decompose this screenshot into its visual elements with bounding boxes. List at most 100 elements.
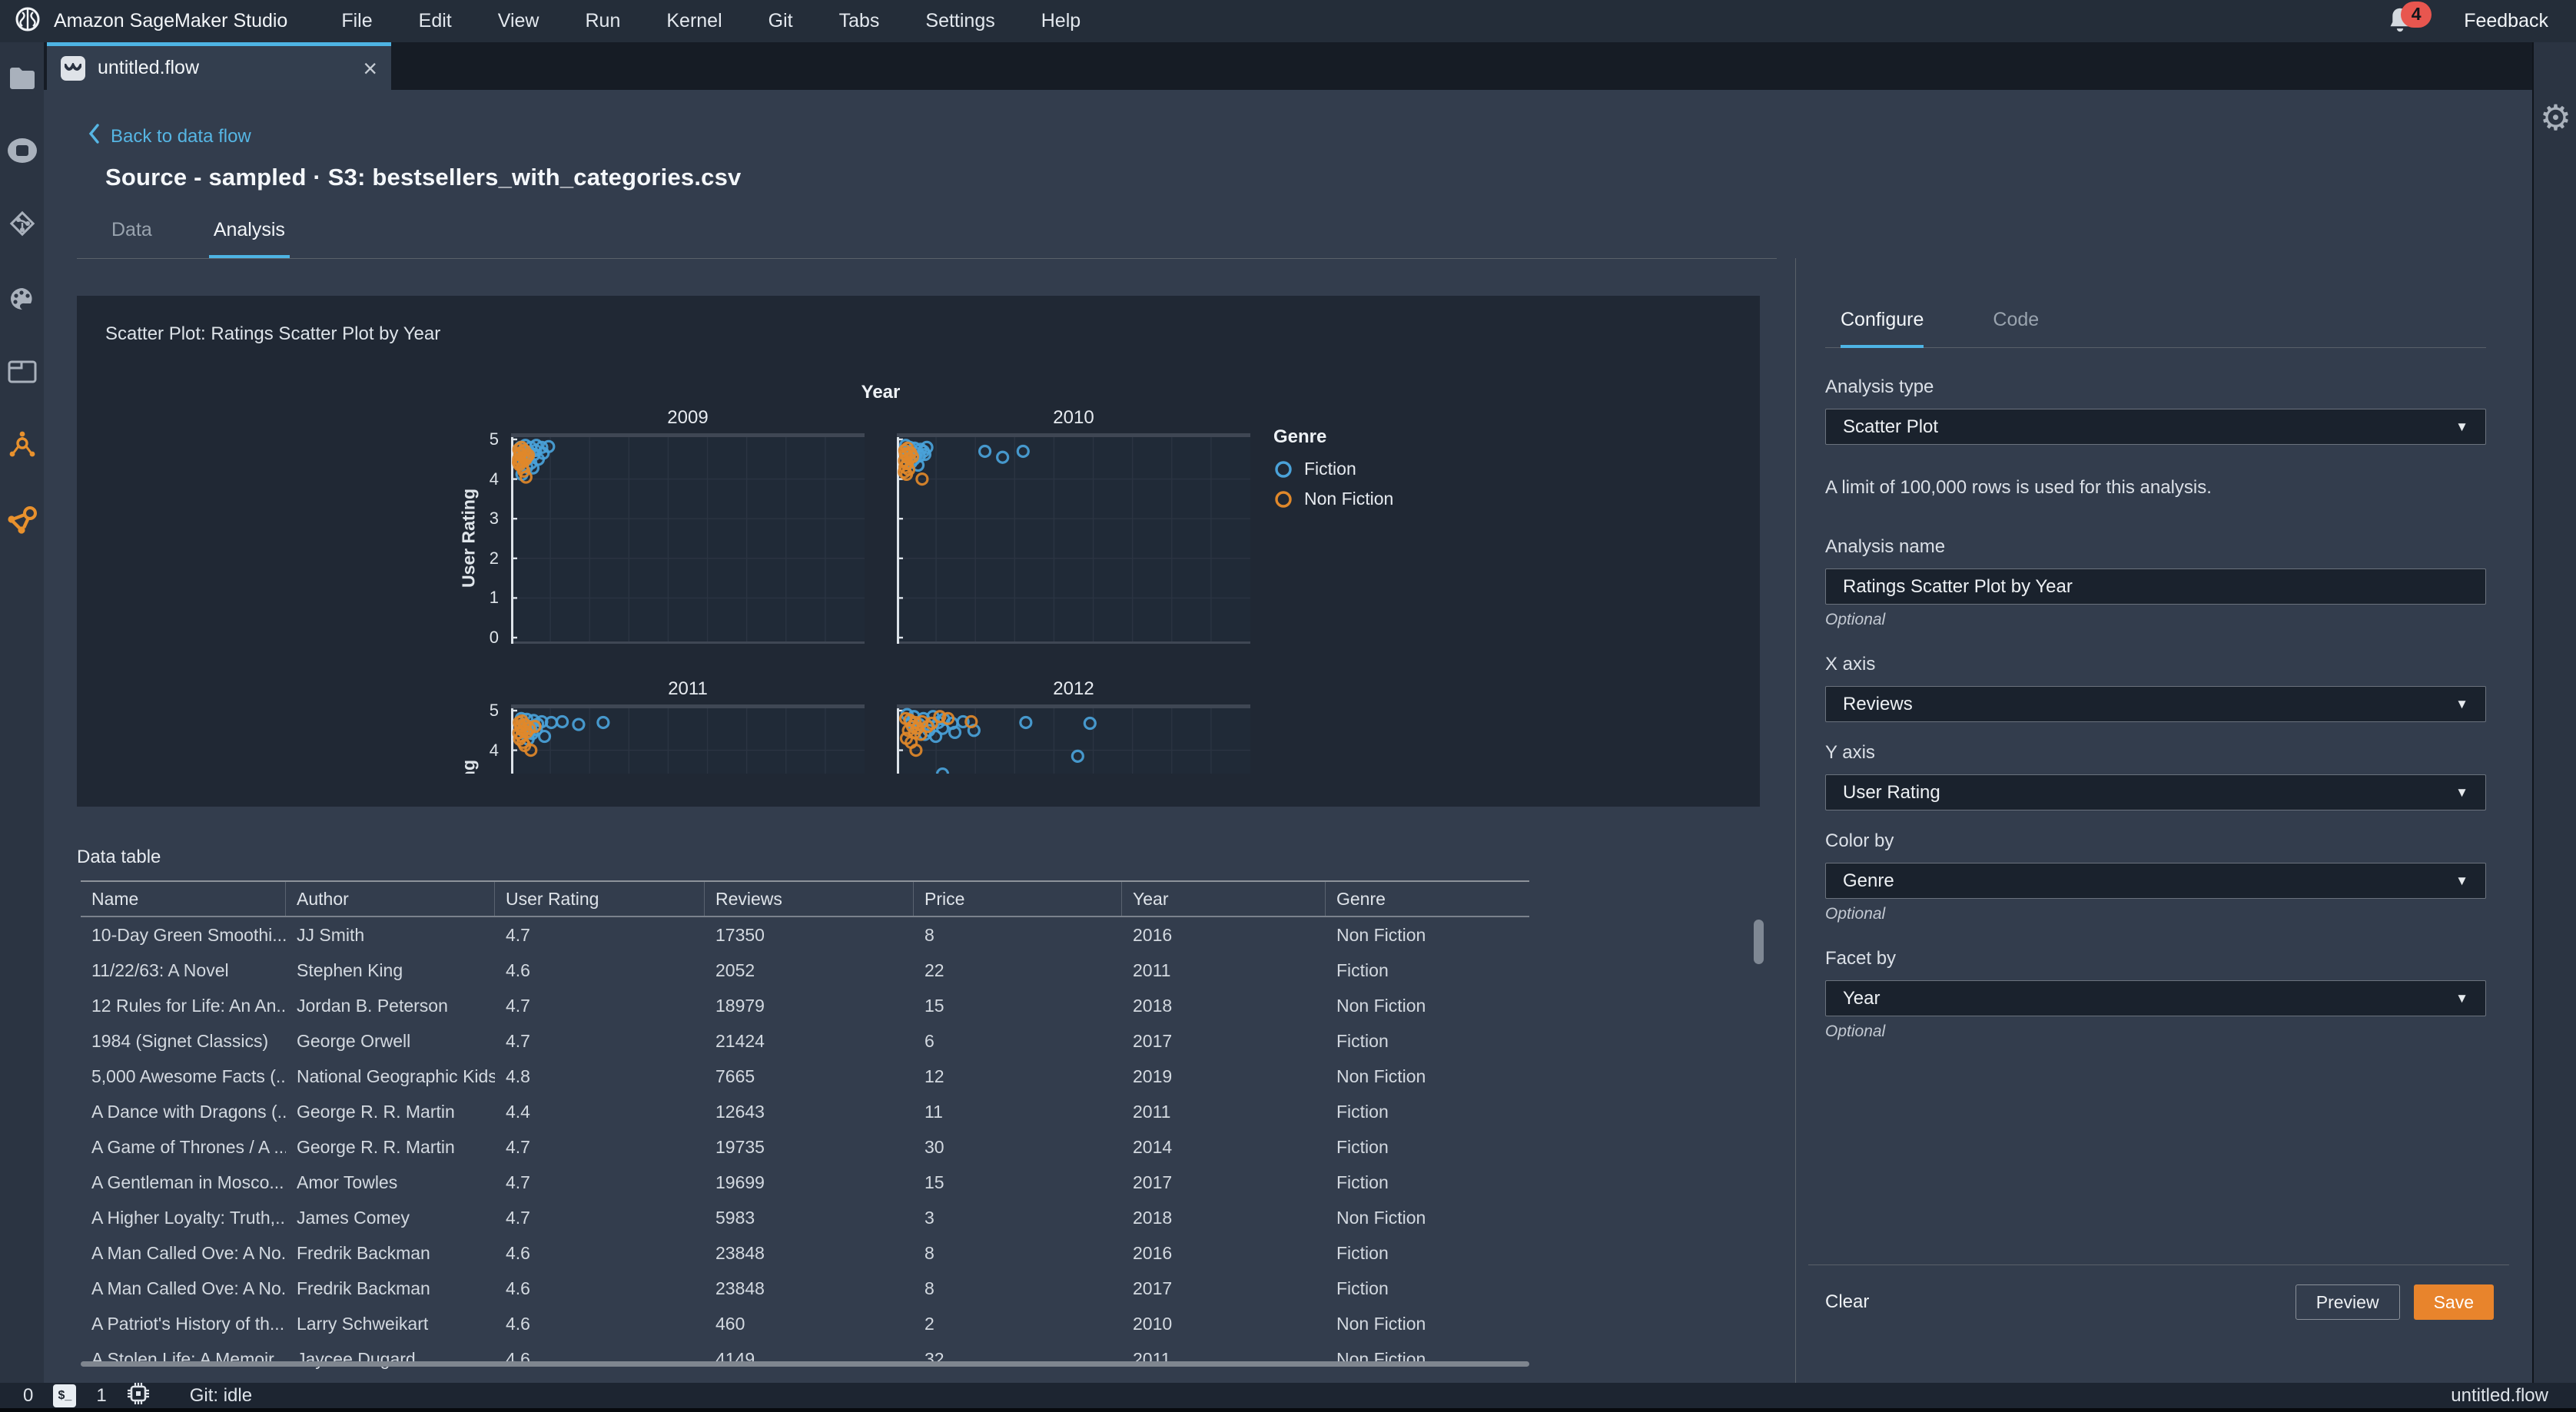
analysis-type-dropdown[interactable]: Scatter Plot ▼: [1825, 409, 2486, 445]
column-header-reviews: Reviews: [705, 882, 914, 916]
legend-entry-non-fiction: Non Fiction: [1273, 489, 1393, 509]
column-header-user-rating: User Rating: [495, 882, 705, 916]
gear-icon[interactable]: ⚙: [2534, 98, 2576, 138]
table-cell: A Man Called Ove: A No...: [91, 1278, 286, 1298]
menu-item-tabs[interactable]: Tabs: [839, 10, 880, 32]
file-browser-icon[interactable]: [0, 56, 44, 100]
terminal-count[interactable]: 1: [96, 1385, 106, 1407]
close-icon[interactable]: ×: [363, 56, 377, 81]
tabs-divider: [77, 258, 1777, 259]
table-cell: 8: [925, 1278, 934, 1298]
facet-by-dropdown[interactable]: Year ▼: [1825, 980, 2486, 1016]
cpu-icon[interactable]: [127, 1382, 150, 1409]
x-axis-dropdown[interactable]: Reviews ▼: [1825, 686, 2486, 722]
page-title: Source - sampled · S3: bestsellers_with_…: [105, 164, 742, 191]
column-header-genre: Genre: [1336, 888, 1386, 909]
table-cell: 4.6: [506, 1278, 530, 1298]
table-cell: 3: [925, 1207, 934, 1228]
menu-item-settings[interactable]: Settings: [925, 10, 994, 32]
menu-item-kernel[interactable]: Kernel: [666, 10, 722, 32]
menu-item-file[interactable]: File: [341, 10, 372, 32]
tab-analysis[interactable]: Analysis: [208, 219, 290, 259]
table-cell: 18979: [715, 995, 765, 1016]
facet-by-label: Facet by: [1825, 948, 1897, 969]
sagemaker-logo-icon: [14, 5, 41, 37]
git-status[interactable]: Git: idle: [190, 1385, 252, 1407]
menu-item-run[interactable]: Run: [585, 10, 620, 32]
status-bar: 0 $_ 1 Git: idle untitled.flow: [0, 1383, 2576, 1412]
table-cell: Fiction: [1336, 960, 1389, 980]
table-cell: 21424: [715, 1030, 765, 1051]
chevron-down-icon: ▼: [2455, 990, 2468, 1006]
horizontal-scrollbar[interactable]: [81, 1361, 1529, 1367]
commands-icon[interactable]: [0, 277, 44, 320]
table-cell: A Man Called Ove: A No...: [91, 1242, 286, 1263]
back-to-data-flow-link[interactable]: Back to data flow: [88, 124, 251, 149]
table-cell: Amor Towles: [297, 1172, 398, 1192]
left-activity-bar: [0, 42, 44, 1383]
preview-button[interactable]: Preview: [2295, 1284, 2400, 1320]
table-cell: Stephen King: [297, 960, 403, 980]
legend-swatch: [1275, 460, 1292, 478]
optional-hint: Optional: [1825, 1023, 1886, 1040]
table-cell: 12: [925, 1066, 944, 1086]
open-tabs-icon[interactable]: [0, 350, 44, 393]
running-terminals-icon[interactable]: [0, 128, 44, 172]
table-cell: 4.4: [506, 1101, 530, 1122]
table-cell: Fiction: [1336, 1101, 1389, 1122]
analysis-name-label: Analysis name: [1825, 536, 1946, 557]
table-row: 12 Rules for Life: An An... Jordan B. Pet…: [81, 988, 1529, 1023]
terminal-icon[interactable]: $_: [53, 1384, 77, 1407]
notifications-button[interactable]: 4: [2387, 1, 2432, 37]
menu-item-view[interactable]: View: [498, 10, 539, 32]
legend-swatch: [1275, 490, 1292, 508]
table-cell: 30: [925, 1136, 944, 1157]
row-limit-note: A limit of 100,000 rows is used for this…: [1825, 477, 2212, 498]
table-row: A Game of Thrones / A ... George R. R. Ma…: [81, 1129, 1529, 1165]
table-cell: George R. R. Martin: [297, 1136, 455, 1157]
kernel-count[interactable]: 0: [23, 1385, 33, 1407]
table-row: A Patriot's History of th... Larry Schwei…: [81, 1306, 1529, 1341]
table-cell: 5,000 Awesome Facts (...: [91, 1066, 286, 1086]
table-cell: 2017: [1133, 1278, 1173, 1298]
tab-configure[interactable]: Configure: [1841, 309, 1924, 348]
pipelines-icon[interactable]: [0, 497, 44, 541]
table-cell: 11: [925, 1101, 943, 1122]
color-by-label: Color by: [1825, 830, 1894, 851]
table-cell: 23848: [715, 1242, 765, 1263]
table-cell: Non Fiction: [1336, 1207, 1426, 1228]
menu-item-git[interactable]: Git: [768, 10, 793, 32]
facet-label-2010: 2010: [1053, 407, 1094, 428]
facet-plot-2010: [897, 433, 1250, 644]
table-cell: 4.6: [506, 1313, 530, 1334]
menu-item-edit[interactable]: Edit: [419, 10, 452, 32]
data-table-title: Data table: [77, 847, 161, 867]
y-axis-title: User Rating: [458, 488, 479, 588]
table-cell: 12643: [715, 1101, 765, 1122]
vertical-scrollbar[interactable]: [1754, 920, 1764, 964]
analysis-name-input[interactable]: Ratings Scatter Plot by Year: [1825, 568, 2486, 605]
table-cell: George R. R. Martin: [297, 1101, 455, 1122]
feedback-link[interactable]: Feedback: [2464, 10, 2548, 32]
chart-legend: Genre Fiction Non Fiction: [1273, 426, 1393, 519]
tab-untitled-flow[interactable]: untitled.flow ×: [47, 42, 391, 90]
table-cell: 4.6: [506, 1242, 530, 1263]
y-axis-dropdown[interactable]: User Rating ▼: [1825, 774, 2486, 810]
y-axis-title: User Rating: [459, 741, 480, 774]
menu-item-help[interactable]: Help: [1041, 10, 1081, 32]
tab-code[interactable]: Code: [1993, 309, 2039, 348]
table-row: A Higher Loyalty: Truth,... James Comey 4.…: [81, 1200, 1529, 1235]
table-row: A Dance with Dragons (... George R. R. Ma…: [81, 1094, 1529, 1129]
legend-entry-fiction: Fiction: [1273, 459, 1393, 479]
save-button[interactable]: Save: [2413, 1284, 2494, 1320]
table-cell: Fiction: [1336, 1172, 1389, 1192]
table-row: A Man Called Ove: A No... Fredrik Backman…: [81, 1235, 1529, 1271]
tab-data[interactable]: Data: [107, 219, 157, 259]
experiments-icon[interactable]: [0, 423, 44, 467]
config-tabs-divider: [1825, 347, 2486, 348]
git-icon[interactable]: [0, 201, 44, 245]
color-by-dropdown[interactable]: Genre ▼: [1825, 863, 2486, 899]
clear-button[interactable]: Clear: [1825, 1291, 1869, 1313]
table-row: A Gentleman in Mosco... Amor Towles 4.7 196…: [81, 1165, 1529, 1200]
table-cell: 2016: [1133, 924, 1173, 945]
